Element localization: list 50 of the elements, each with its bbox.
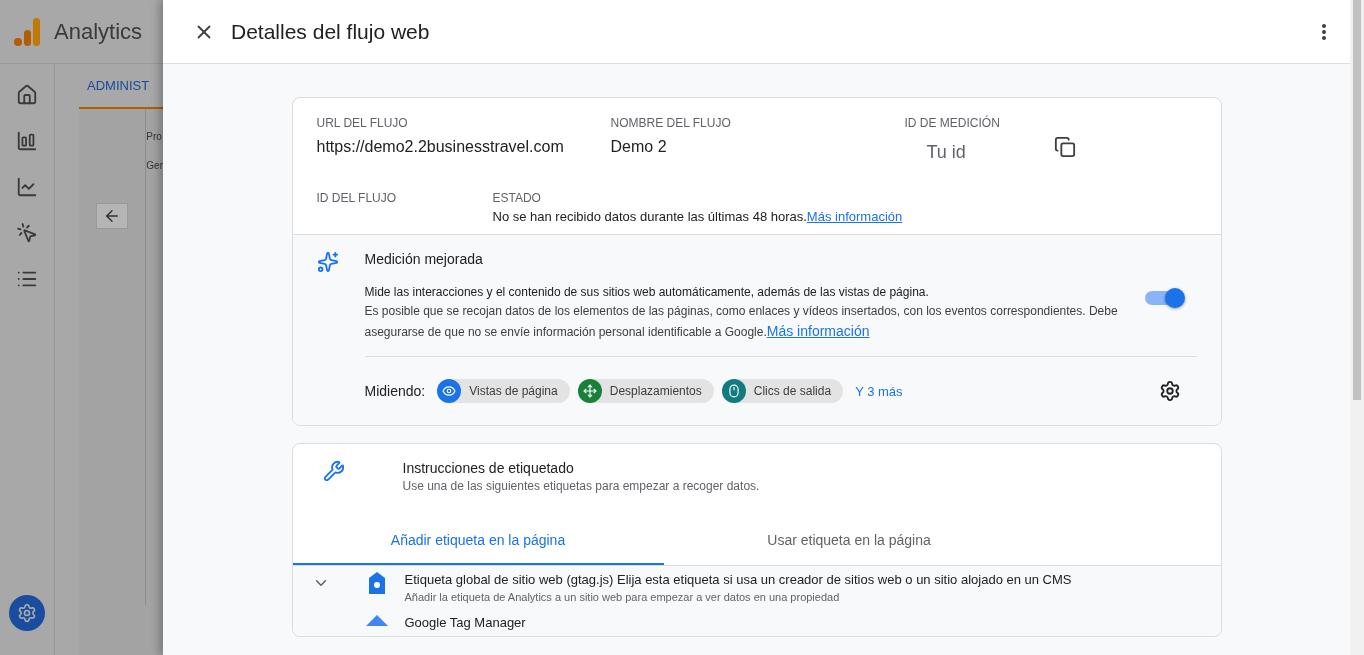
arrows-icon <box>582 384 597 398</box>
diamond-icon <box>365 615 388 627</box>
option-title: Google Tag Manager <box>404 615 527 630</box>
field-value: https://demo2.2businesstravel.com <box>316 138 565 156</box>
app-title: Analytics <box>54 18 143 45</box>
section-description: Es posible que se recojan datos de los elementos de las páginas, como enlaces y vídeos insertados, con los eventos correspondientes. Debe asegurarse de que no se envíe información personal identificable a Google.Más información <box>364 303 1119 341</box>
settings-button[interactable] <box>1158 380 1181 402</box>
cursor-click-icon <box>16 222 38 244</box>
section-title: Medición mejorada <box>364 251 484 267</box>
event-chip: Clics de salida <box>721 379 844 403</box>
option-subtitle: Añadir la etiqueta de Analytics a un sitio web para empezar a ver datos en una propiedad <box>404 591 841 603</box>
eye-icon <box>442 384 457 398</box>
wrench-icon <box>322 460 345 482</box>
measuring-label: Midiendo: <box>364 383 426 399</box>
copy-button[interactable] <box>1053 135 1076 158</box>
event-chip: Vistas de página <box>437 379 570 403</box>
logo-icon <box>14 17 40 46</box>
mouse-icon <box>726 384 741 398</box>
more-events-link[interactable]: Y 3 más <box>855 383 1151 399</box>
back-button[interactable] <box>96 203 129 229</box>
scrollbar-thumb[interactable] <box>1353 0 1361 400</box>
tab[interactable]: Usar etiqueta en la página <box>663 517 1035 565</box>
field-label: ID DE MEDICIÓN <box>904 116 1001 130</box>
field-label: ID DEL FLUJO <box>316 191 398 207</box>
event-chip: Desplazamientos <box>577 379 714 403</box>
copy-icon <box>1053 135 1076 158</box>
section-subtitle: Use una de las siguientes etiquetas para empezar a recoger datos. <box>402 479 761 493</box>
gear-icon <box>17 603 37 623</box>
sparkle-icon <box>316 251 339 273</box>
section-title: Instrucciones de etiquetado <box>402 460 575 476</box>
crumb-text: Ger <box>146 160 163 171</box>
option-title: Etiqueta global de sitio web (gtag.js) Elija esta etiqueta si usa un creador de sitios web o un sitio alojado en un CMS <box>404 572 1073 587</box>
tag-icon <box>368 572 385 594</box>
more-icon <box>1322 23 1326 40</box>
field-label: NOMBRE DEL FLUJO <box>610 116 732 130</box>
home-icon <box>16 84 38 106</box>
field-value: Tu id <box>926 142 966 163</box>
panel-title: Detalles del flujo web <box>231 19 431 44</box>
status-text: No se han recibido datos durante las últimas 48 horas.Más información <box>492 209 904 224</box>
more-info-link[interactable]: Más información <box>766 323 870 339</box>
gear-icon <box>1158 380 1181 402</box>
more-button[interactable] <box>1322 23 1326 40</box>
crumb-text: Pro <box>146 131 163 142</box>
more-info-link[interactable]: Más información <box>806 209 903 224</box>
chart-line-icon <box>16 176 38 198</box>
field-value: Demo 2 <box>610 138 668 156</box>
bar-chart-icon <box>16 130 38 152</box>
section-lead: Mide las interacciones y el contenido de sus sitios web automáticamente, además de las vistas de página. <box>364 285 930 299</box>
field-label: URL DEL FLUJO <box>316 116 409 130</box>
field-label: ESTADO <box>492 191 542 205</box>
